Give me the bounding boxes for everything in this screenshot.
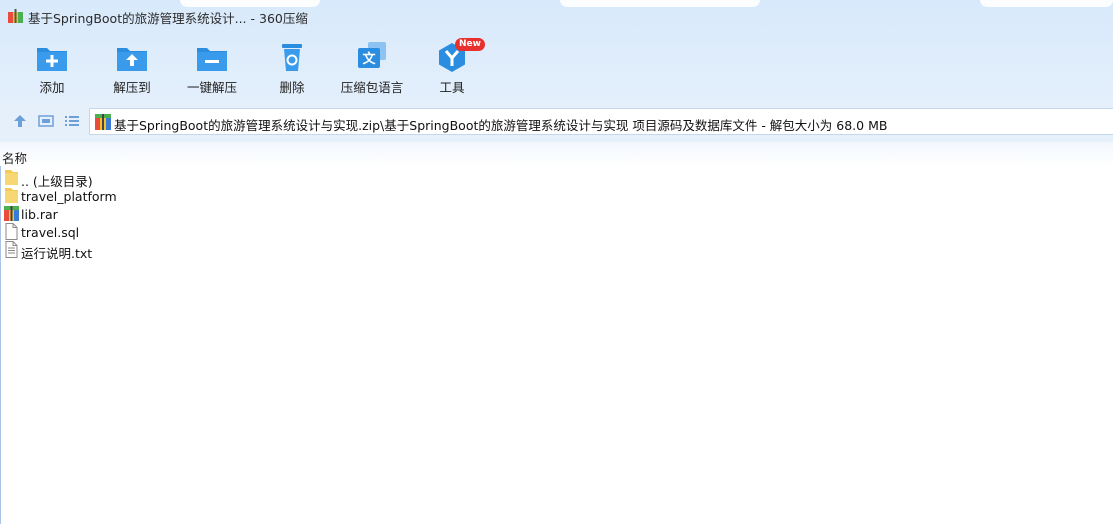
list-item[interactable]: travel_platform	[3, 187, 303, 205]
file-list: .. (上级目录) travel_platform lib.rar travel…	[3, 169, 303, 261]
folder-icon	[5, 188, 18, 203]
list-item[interactable]: .. (上级目录)	[3, 169, 303, 189]
title-decoration	[980, 0, 1113, 7]
file-name: travel_platform	[21, 189, 117, 204]
list-view-icon[interactable]	[64, 113, 80, 129]
file-name: lib.rar	[21, 207, 58, 222]
svg-text:文: 文	[362, 51, 376, 67]
title-decoration	[560, 0, 760, 7]
folder-extract-icon	[117, 48, 147, 71]
text-file-icon	[5, 241, 18, 258]
rar-archive-icon	[4, 206, 19, 221]
column-header: 名称	[0, 142, 1113, 166]
column-name-header[interactable]: 名称	[2, 148, 27, 167]
extract-to-button[interactable]: 解压到	[94, 39, 170, 99]
recycle-bin-icon	[282, 44, 302, 71]
add-label: 添加	[39, 80, 65, 95]
file-name: travel.sql	[21, 225, 80, 240]
language-icon: 文	[358, 42, 386, 68]
toolbar: 添加 解压到 一键解压 删除 文 压缩包语言 New 工具	[0, 32, 1113, 102]
window-title: 基于SpringBoot的旅游管理系统设计... - 360压缩	[28, 11, 308, 26]
address-bar: 基于SpringBoot的旅游管理系统设计与实现.zip\基于SpringBoo…	[0, 102, 1113, 142]
folder-minus-icon	[197, 48, 227, 71]
archive-path: 基于SpringBoot的旅游管理系统设计与实现.zip\基于SpringBoo…	[114, 118, 888, 133]
title-decoration	[180, 0, 320, 7]
title-bar: 基于SpringBoot的旅游管理系统设计... - 360压缩	[0, 0, 1113, 32]
one-click-extract-label: 一键解压	[186, 80, 237, 95]
folder-icon	[5, 170, 18, 185]
new-badge: New	[455, 38, 485, 51]
archive-icon	[95, 114, 111, 130]
list-item[interactable]: 运行说明.txt	[3, 241, 303, 261]
archive-language-label: 压缩包语言	[340, 80, 404, 95]
tools-label: 工具	[439, 80, 465, 95]
path-field[interactable]: 基于SpringBoot的旅游管理系统设计与实现.zip\基于SpringBoo…	[89, 108, 1113, 135]
extract-to-label: 解压到	[113, 80, 151, 95]
app-archive-icon	[8, 9, 23, 23]
one-click-extract-button[interactable]: 一键解压	[174, 39, 250, 99]
thumbnail-view-icon[interactable]	[38, 113, 54, 129]
list-item[interactable]: lib.rar	[3, 205, 303, 223]
tools-button[interactable]: New 工具	[414, 38, 490, 99]
delete-button[interactable]: 删除	[254, 39, 330, 99]
archive-language-button[interactable]: 文 压缩包语言	[330, 39, 414, 99]
up-arrow-icon[interactable]	[12, 113, 28, 129]
file-name: 运行说明.txt	[21, 246, 93, 261]
file-icon	[5, 223, 18, 240]
add-button[interactable]: 添加	[14, 39, 90, 99]
folder-add-icon	[37, 48, 67, 71]
divider	[0, 166, 1, 524]
delete-label: 删除	[279, 80, 305, 95]
list-item[interactable]: travel.sql	[3, 223, 303, 241]
